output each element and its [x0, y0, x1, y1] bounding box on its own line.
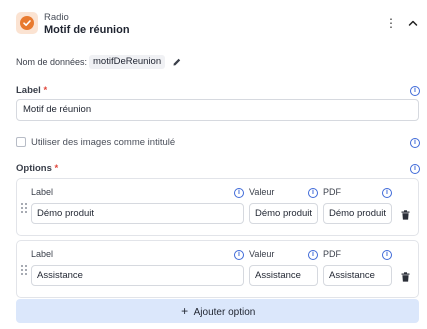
- data-name-value: motifDeReunion: [89, 55, 166, 69]
- option-label-input[interactable]: Démo produit: [31, 203, 244, 224]
- info-icon[interactable]: i: [234, 250, 244, 260]
- add-option-button[interactable]: + Ajouter option: [16, 299, 419, 323]
- option-value-input[interactable]: Démo produit: [249, 203, 318, 224]
- info-icon[interactable]: i: [410, 138, 420, 148]
- info-icon[interactable]: i: [410, 86, 420, 96]
- trash-icon[interactable]: [401, 269, 410, 282]
- trash-icon[interactable]: [401, 207, 410, 220]
- option-pdf-input[interactable]: Assistance: [323, 265, 392, 286]
- info-icon[interactable]: i: [382, 250, 392, 260]
- label-field-title: Label *: [16, 85, 47, 96]
- chevron-up-icon[interactable]: [406, 16, 420, 30]
- info-icon[interactable]: i: [382, 188, 392, 198]
- label-field-label: Label: [16, 85, 41, 96]
- options-title: Options *: [16, 163, 58, 174]
- option-value-input[interactable]: Assistance: [249, 265, 318, 286]
- info-icon[interactable]: i: [308, 188, 318, 198]
- info-icon[interactable]: i: [410, 164, 420, 174]
- field-type-label: Radio: [44, 12, 69, 23]
- data-name-label: Nom de données:: [16, 57, 88, 67]
- required-mark: *: [43, 85, 48, 96]
- drag-handle-icon[interactable]: [21, 265, 27, 275]
- option-pdf-input[interactable]: Démo produit: [323, 203, 392, 224]
- label-input[interactable]: Motif de réunion: [16, 99, 419, 121]
- option-value-header: Valeur: [249, 187, 275, 197]
- field-header: Radio Motif de réunion ⋮: [16, 12, 419, 40]
- option-label-header: Label: [31, 187, 54, 197]
- info-icon[interactable]: i: [234, 188, 244, 198]
- drag-handle-icon[interactable]: [21, 203, 27, 213]
- more-options-icon[interactable]: ⋮: [384, 16, 398, 30]
- option-value-header: Valeur: [249, 249, 275, 259]
- field-title: Motif de réunion: [44, 24, 130, 36]
- required-mark: *: [54, 163, 59, 174]
- option-pdf-header: PDF: [323, 249, 341, 259]
- plus-icon: +: [181, 304, 189, 318]
- info-icon[interactable]: i: [308, 250, 318, 260]
- use-images-label: Utiliser des images comme intitulé: [31, 137, 176, 148]
- check-circle-icon: [16, 12, 38, 34]
- option-row: Label i Valeur i PDF i Assistance Assist…: [16, 240, 419, 298]
- options-label: Options: [16, 163, 52, 174]
- option-pdf-header: PDF: [323, 187, 341, 197]
- use-images-checkbox[interactable]: [16, 137, 26, 147]
- option-label-input[interactable]: Assistance: [31, 265, 244, 286]
- add-option-label: Ajouter option: [193, 307, 256, 318]
- option-label-header: Label: [31, 249, 54, 259]
- option-row: Label i Valeur i PDF i Démo produit Démo…: [16, 178, 419, 236]
- pencil-icon[interactable]: [172, 57, 182, 67]
